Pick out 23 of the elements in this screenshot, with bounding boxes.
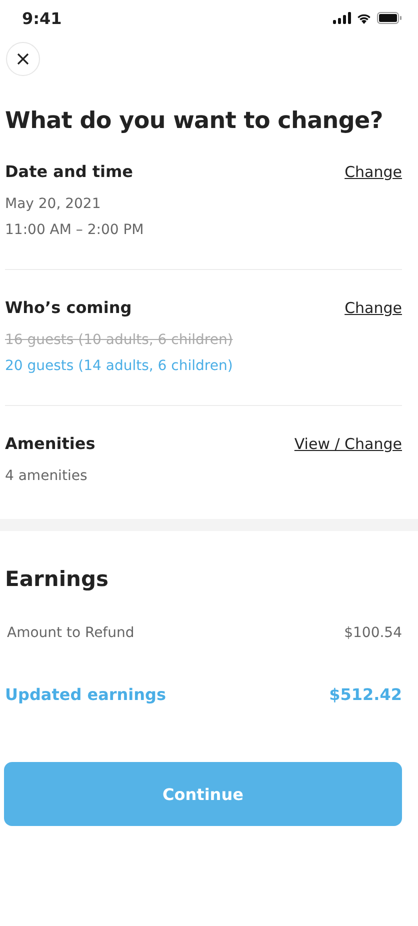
detail-text: May 20, 2021 [5, 195, 102, 214]
detail-text: 4 amenities [5, 467, 88, 486]
section-heading: Who’s coming [5, 298, 132, 317]
section-heading: Date and time [5, 162, 134, 181]
section-heading: Amenities [5, 434, 96, 453]
detail-text: 11:00 AM – 2:00 PM [5, 221, 145, 240]
battery-icon [377, 12, 402, 24]
status-time: 9:41 [22, 8, 62, 28]
row-label: Updated earnings [5, 685, 166, 704]
change-link[interactable]: View / Change [294, 435, 402, 453]
detail-text: 20 guests (14 adults, 6 children) [5, 357, 234, 376]
previous-value: 16 guests (10 adults, 6 children) [5, 331, 234, 350]
change-link[interactable]: Change [344, 299, 402, 317]
row-value: $100.54 [344, 625, 402, 641]
section-heading: Earnings [5, 567, 110, 591]
change-link[interactable]: Change [344, 163, 402, 181]
row-label: Amount to Refund [6, 625, 134, 641]
close-icon [17, 53, 29, 65]
row-value: $512.42 [329, 685, 402, 704]
wifi-icon [356, 12, 372, 24]
page-title: What do you want to change? [5, 108, 384, 134]
close-button[interactable] [6, 42, 40, 76]
signal-icon [333, 12, 351, 24]
